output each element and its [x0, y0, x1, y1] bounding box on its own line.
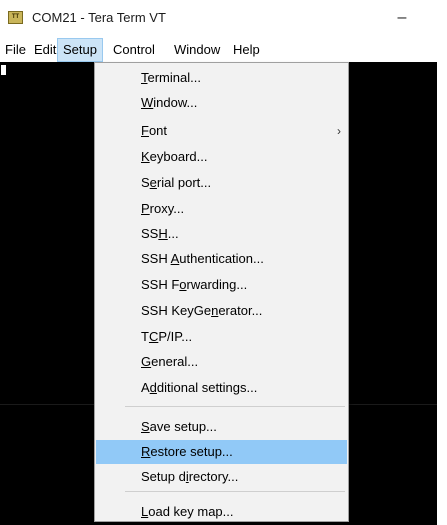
setup-menu-item-font[interactable]: Font ›: [96, 119, 347, 143]
setup-menu-item-restore-setup[interactable]: Restore setup...: [96, 440, 347, 464]
menu-setup[interactable]: Setup: [57, 38, 103, 62]
setup-menu-item-save-setup[interactable]: Save setup...: [96, 415, 347, 439]
menu-item-accelerator: P: [141, 201, 150, 216]
menu-item-accelerator: A: [170, 251, 180, 266]
window-edge: [437, 0, 447, 525]
minimize-button[interactable]: –: [392, 6, 412, 30]
menu-item-accelerator: S: [141, 419, 150, 434]
menu-item-label-part: erminal...: [147, 70, 201, 85]
setup-menu-item-window[interactable]: Window...: [96, 91, 347, 115]
menu-item-accelerator: o: [179, 277, 187, 292]
setup-menu-item-keyboard[interactable]: Keyboard...: [96, 145, 347, 169]
menu-item-accelerator: W: [141, 95, 154, 110]
menu-item-label-part: roxy...: [149, 201, 185, 216]
title-bar[interactable]: TT COM21 - Tera Term VT –: [0, 0, 442, 38]
setup-menu-item-additional-settings[interactable]: Additional settings...: [96, 376, 347, 400]
setup-menu-item-terminal[interactable]: Terminal...: [96, 66, 347, 90]
menu-help[interactable]: Help: [228, 38, 265, 62]
menu-item-label-part: SSH KeyGe: [141, 303, 212, 318]
setup-menu-item-setup-directory[interactable]: Setup directory...: [96, 465, 347, 489]
menu-item-accelerator: R: [141, 444, 151, 459]
menu-control[interactable]: Control: [108, 38, 160, 62]
menu-item-label-part: SSH F: [141, 277, 180, 292]
menu-item-label-part: indow...: [153, 95, 198, 110]
menu-item-label-part: estore setup...: [150, 444, 233, 459]
menu-item-accelerator: e: [149, 175, 157, 190]
menu-item-accelerator: C: [148, 329, 159, 344]
menu-item-label-part: T: [141, 329, 149, 344]
menu-item-label-part: S: [141, 175, 150, 190]
setup-menu-item-ssh-keygenerator[interactable]: SSH KeyGenerator...: [96, 299, 347, 323]
menu-item-accelerator: d: [149, 380, 157, 395]
tera-term-app-icon[interactable]: TT: [8, 11, 23, 24]
setup-menu-item-general[interactable]: General...: [96, 350, 347, 374]
menu-item-label-part: oad key map...: [148, 504, 234, 519]
menu-item-label-part: Setup d: [141, 469, 186, 484]
setup-menu-item-tcp-ip[interactable]: TCP/IP...: [96, 325, 347, 349]
window-title: COM21 - Tera Term VT: [32, 10, 166, 25]
menu-item-label-part: SSH: [141, 251, 171, 266]
menu-item-label-part: eneral...: [151, 354, 199, 369]
setup-menu-dropdown: Terminal... Window... Font › Keyboard... Seri…: [94, 62, 349, 522]
setup-menu-item-ssh-authentication[interactable]: SSH Authentication...: [96, 247, 347, 271]
setup-menu-item-ssh[interactable]: SSH...: [96, 222, 347, 246]
menu-item-label-part: ...: [167, 226, 179, 241]
menu-item-label-part: eyboard...: [149, 149, 208, 164]
menu-item-label-part: ditional settings...: [156, 380, 258, 395]
submenu-arrow-icon: ›: [337, 124, 341, 138]
menu-item-accelerator: H: [158, 226, 168, 241]
menu-item-label-part: rwarding...: [186, 277, 248, 292]
menu-separator: [125, 406, 345, 407]
terminal-cursor: [1, 65, 6, 75]
setup-menu-item-serial-port[interactable]: Serial port...: [96, 171, 347, 195]
menu-item-accelerator: F: [141, 123, 149, 138]
menu-separator: [125, 491, 345, 492]
menu-item-label-part: P/IP...: [158, 329, 193, 344]
menu-window[interactable]: Window: [169, 38, 225, 62]
setup-menu-item-proxy[interactable]: Proxy...: [96, 197, 347, 221]
menu-item-label-part: A: [141, 380, 150, 395]
menu-item-label-part: rectory...: [188, 469, 239, 484]
menu-item-accelerator: G: [141, 354, 152, 369]
setup-menu-item-load-key-map[interactable]: Load key map...: [96, 500, 347, 524]
menu-item-label-part: erator...: [218, 303, 263, 318]
menu-bar: File Edit Setup Control Window Help: [0, 38, 437, 62]
menu-item-accelerator: K: [141, 149, 150, 164]
menu-item-label-part: rial port...: [156, 175, 212, 190]
menu-item-label-part: uthentication...: [179, 251, 264, 266]
menu-item-label-part: ont: [148, 123, 168, 138]
menu-item-label-part: SS: [141, 226, 159, 241]
setup-menu-item-ssh-forwarding[interactable]: SSH Forwarding...: [96, 273, 347, 297]
menu-file[interactable]: File: [0, 38, 31, 62]
menu-item-label-part: ave setup...: [149, 419, 217, 434]
